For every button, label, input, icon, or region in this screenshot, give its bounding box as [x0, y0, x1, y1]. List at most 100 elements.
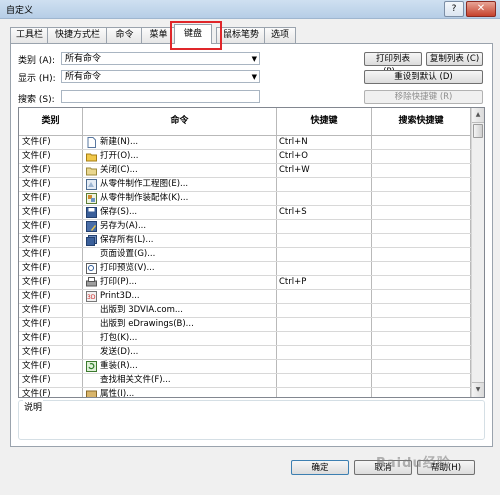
search-shortcut-cell[interactable] [372, 248, 471, 261]
table-row[interactable]: 文件(F) 3D Print3D... [19, 290, 471, 304]
search-shortcut-cell[interactable] [372, 304, 471, 317]
table-body: 文件(F) 新建(N)... Ctrl+N 文件(F) 打开(O)... Ctrl+O 文件… [19, 136, 471, 397]
category-cell: 文件(F) [19, 388, 83, 397]
tab-mouse-gestures[interactable]: 鼠标笔势 [216, 27, 266, 43]
table-row[interactable]: 文件(F) 查找相关文件(F)... [19, 374, 471, 388]
table-row[interactable]: 文件(F) 从零件制作装配体(K)... [19, 192, 471, 206]
shortcut-cell[interactable] [277, 262, 372, 275]
ok-button[interactable]: 确定 [291, 460, 349, 475]
search-shortcut-cell[interactable] [372, 346, 471, 359]
table-row[interactable]: 文件(F) 保存所有(L)... [19, 234, 471, 248]
command-label: 关闭(C)... [100, 165, 138, 175]
table-row[interactable]: 文件(F) 从零件制作工程图(E)... [19, 178, 471, 192]
table-row[interactable]: 文件(F) 页面设置(G)... [19, 248, 471, 262]
shortcut-cell[interactable]: Ctrl+S [277, 206, 372, 219]
shortcut-cell[interactable] [277, 374, 372, 387]
search-shortcut-cell[interactable] [372, 360, 471, 373]
open-folder-icon [86, 151, 97, 162]
header-category[interactable]: 类别 [19, 108, 83, 135]
shortcut-cell[interactable] [277, 360, 372, 373]
table-row[interactable]: 文件(F) 打包(K)... [19, 332, 471, 346]
shortcut-cell[interactable] [277, 304, 372, 317]
scroll-thumb[interactable] [473, 124, 483, 138]
properties-icon [86, 389, 97, 397]
print-list-button[interactable]: 打印列表 (P)... [364, 52, 422, 77]
search-shortcut-cell[interactable] [372, 206, 471, 219]
command-cell: 出版到 eDrawings(B)... [83, 318, 277, 331]
category-cell: 文件(F) [19, 374, 83, 387]
shortcut-cell[interactable] [277, 220, 372, 233]
table-row[interactable]: 文件(F) 打开(O)... Ctrl+O [19, 150, 471, 164]
shortcut-cell[interactable]: Ctrl+O [277, 150, 372, 163]
keyboard-tab-highlight [170, 21, 222, 50]
search-shortcut-cell[interactable] [372, 290, 471, 303]
shortcut-cell[interactable] [277, 192, 372, 205]
command-label: 从零件制作工程图(E)... [100, 179, 189, 189]
table-row[interactable]: 文件(F) 出版到 3DVIA.com... [19, 304, 471, 318]
vertical-scrollbar[interactable]: ▲ ▼ [471, 108, 484, 397]
show-select[interactable]: 所有命令 ▼ [61, 70, 260, 83]
shortcut-cell[interactable] [277, 332, 372, 345]
search-shortcut-cell[interactable] [372, 136, 471, 149]
table-row[interactable]: 文件(F) 打印(P)... Ctrl+P [19, 276, 471, 290]
table-row[interactable]: 文件(F) 关闭(C)... Ctrl+W [19, 164, 471, 178]
table-row[interactable]: 文件(F) 保存(S)... Ctrl+S [19, 206, 471, 220]
scroll-down-icon[interactable]: ▼ [472, 382, 484, 397]
search-shortcut-cell[interactable] [372, 178, 471, 191]
shortcut-cell[interactable] [277, 178, 372, 191]
table-row[interactable]: 文件(F) 另存为(A)... [19, 220, 471, 234]
remove-shortcut-button[interactable]: 移除快捷键 (R) [364, 90, 483, 104]
search-shortcut-cell[interactable] [372, 374, 471, 387]
table-row[interactable]: 文件(F) 发送(D)... [19, 346, 471, 360]
shortcut-cell[interactable] [277, 388, 372, 397]
shortcut-cell[interactable]: Ctrl+W [277, 164, 372, 177]
table-row[interactable]: 文件(F) 出版到 eDrawings(B)... [19, 318, 471, 332]
search-shortcut-cell[interactable] [372, 262, 471, 275]
table-row[interactable]: 文件(F) 重装(R)... [19, 360, 471, 374]
search-shortcut-cell[interactable] [372, 220, 471, 233]
tab-commands[interactable]: 命令 [106, 27, 143, 43]
shortcut-cell[interactable] [277, 318, 372, 331]
command-cell: 保存所有(L)... [83, 234, 277, 247]
tab-toolbars[interactable]: 工具栏 [10, 27, 49, 43]
tab-options[interactable]: 选项 [264, 27, 296, 43]
search-shortcut-cell[interactable] [372, 234, 471, 247]
shortcut-cell[interactable]: Ctrl+N [277, 136, 372, 149]
category-cell: 文件(F) [19, 136, 83, 149]
shortcut-cell[interactable] [277, 346, 372, 359]
search-shortcut-cell[interactable] [372, 332, 471, 345]
table-row[interactable]: 文件(F) 打印预览(V)... [19, 262, 471, 276]
reset-default-button[interactable]: 重设到默认 (D) [364, 70, 483, 84]
search-input[interactable] [61, 90, 260, 103]
save-all-icon [86, 235, 97, 246]
command-label: 打印预览(V)... [100, 263, 155, 273]
header-command[interactable]: 命令 [83, 108, 277, 135]
header-search-shortcut[interactable]: 搜索快捷键 [372, 108, 471, 135]
shortcut-cell[interactable] [277, 248, 372, 261]
command-label: 保存(S)... [100, 207, 138, 217]
category-cell: 文件(F) [19, 178, 83, 191]
search-shortcut-cell[interactable] [372, 150, 471, 163]
shortcut-cell[interactable] [277, 234, 372, 247]
print-icon [86, 277, 97, 288]
table-row[interactable]: 文件(F) 属性(I)... [19, 388, 471, 397]
command-cell: 属性(I)... [83, 388, 277, 397]
copy-list-button[interactable]: 复制列表 (C) [426, 52, 483, 66]
scroll-up-icon[interactable]: ▲ [472, 108, 484, 123]
close-icon[interactable]: ✕ [466, 1, 496, 17]
search-shortcut-cell[interactable] [372, 318, 471, 331]
title-bar[interactable]: 自定义 ? ✕ [0, 0, 500, 19]
help-icon[interactable]: ? [444, 1, 464, 17]
show-value: 所有命令 [65, 72, 102, 82]
tab-shortcut-bar[interactable]: 快捷方式栏 [47, 27, 108, 43]
search-shortcut-cell[interactable] [372, 276, 471, 289]
search-shortcut-cell[interactable] [372, 164, 471, 177]
close-file-icon [86, 165, 97, 176]
header-shortcut[interactable]: 快捷键 [277, 108, 372, 135]
category-select[interactable]: 所有命令 ▼ [61, 52, 260, 65]
shortcut-cell[interactable]: Ctrl+P [277, 276, 372, 289]
table-row[interactable]: 文件(F) 新建(N)... Ctrl+N [19, 136, 471, 150]
search-shortcut-cell[interactable] [372, 192, 471, 205]
shortcut-cell[interactable] [277, 290, 372, 303]
search-shortcut-cell[interactable] [372, 388, 471, 397]
